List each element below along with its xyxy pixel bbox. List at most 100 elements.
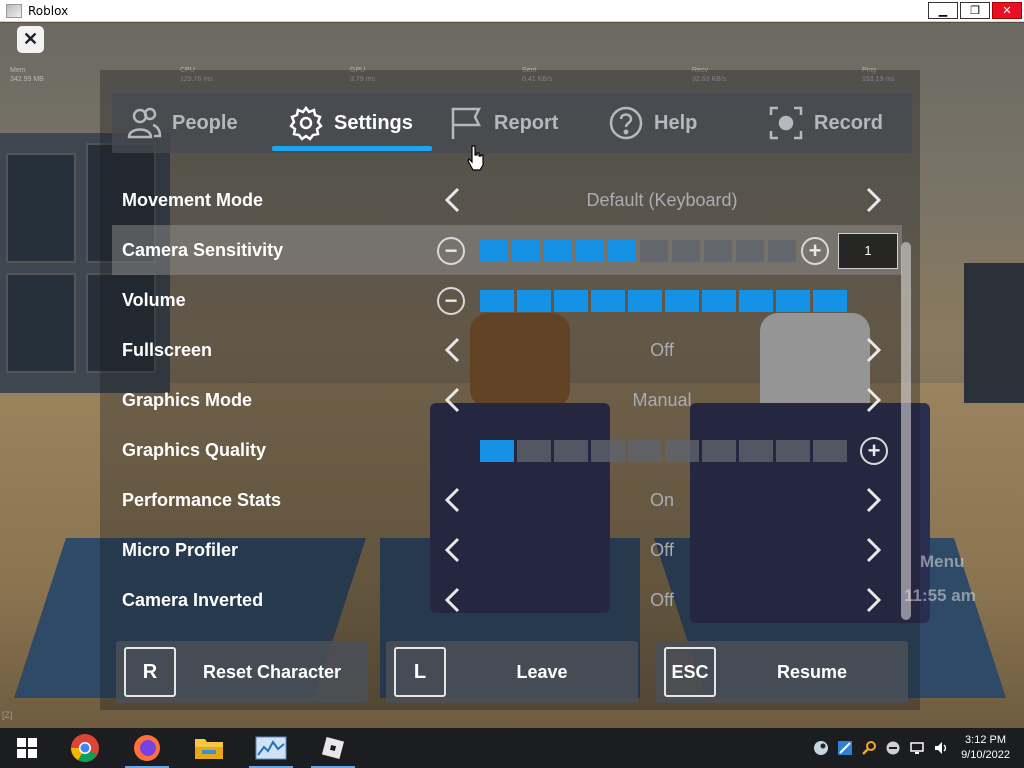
slider-segment[interactable] xyxy=(665,440,699,462)
slider-segment[interactable] xyxy=(517,290,551,312)
volume-icon[interactable] xyxy=(933,740,949,756)
chevron-left-icon[interactable] xyxy=(440,337,466,363)
chevron-right-icon[interactable] xyxy=(860,587,886,613)
settings-scrollbar[interactable] xyxy=(901,242,911,620)
background-time-text: 11:55 am xyxy=(904,586,976,605)
setting-label: Movement Mode xyxy=(122,190,264,210)
close-menu-button[interactable]: ✕ xyxy=(17,26,44,53)
tab-settings[interactable]: Settings xyxy=(288,93,413,153)
start-button[interactable] xyxy=(2,728,52,768)
chevron-right-icon[interactable] xyxy=(860,337,886,363)
slider-segment[interactable] xyxy=(640,240,668,262)
slider-segment[interactable] xyxy=(704,240,732,262)
resume-button[interactable]: ESC Resume xyxy=(656,641,908,703)
taskbar-chrome[interactable] xyxy=(60,728,110,768)
steam-icon[interactable] xyxy=(813,740,829,756)
slider-segment[interactable] xyxy=(628,290,662,312)
slider-segment[interactable] xyxy=(768,240,796,262)
network-icon[interactable] xyxy=(909,740,925,756)
minimize-button[interactable]: ▁ xyxy=(928,2,958,19)
slider-segment[interactable] xyxy=(739,290,773,312)
slider-segment[interactable] xyxy=(739,440,773,462)
setting-value: Off xyxy=(650,540,674,560)
slider-segment[interactable] xyxy=(813,290,847,312)
slider-segment[interactable] xyxy=(480,240,508,262)
decrease-button[interactable]: − xyxy=(437,237,465,265)
setting-performance-stats: Performance Stats On xyxy=(112,475,902,525)
setting-graphics-quality: Graphics Quality + xyxy=(112,425,902,475)
chevron-right-icon[interactable] xyxy=(860,537,886,563)
chevron-left-icon[interactable] xyxy=(440,387,466,413)
chevron-right-icon[interactable] xyxy=(860,387,886,413)
increase-button[interactable]: + xyxy=(801,237,829,265)
chevron-left-icon[interactable] xyxy=(440,537,466,563)
slider-segment[interactable] xyxy=(591,440,625,462)
slider-segment[interactable] xyxy=(672,240,700,262)
setting-value: On xyxy=(649,490,674,510)
slider-segment[interactable] xyxy=(544,240,572,262)
chevron-left-icon[interactable] xyxy=(440,187,466,213)
roblox-app-icon xyxy=(6,3,22,18)
camera-sensitivity-slider[interactable] xyxy=(480,240,796,262)
setting-label: Performance Stats xyxy=(122,490,282,510)
search-tray-icon[interactable] xyxy=(861,740,877,756)
tab-report[interactable]: Report xyxy=(448,93,558,153)
tab-record[interactable]: Record xyxy=(768,93,883,153)
stat-mem: Mem 342.99 MB xyxy=(10,67,44,83)
graphics-quality-slider[interactable] xyxy=(480,440,847,462)
taskbar-file-explorer[interactable] xyxy=(184,728,234,768)
slider-segment[interactable] xyxy=(736,240,764,262)
taskbar-clock[interactable]: 3:12 PM 9/10/2022 xyxy=(961,733,1010,763)
increase-button[interactable]: + xyxy=(860,437,888,465)
leave-button[interactable]: L Leave xyxy=(386,641,638,703)
decrease-button[interactable]: − xyxy=(437,287,465,315)
window-title: Roblox xyxy=(28,3,69,18)
taskbar-firefox[interactable] xyxy=(122,728,172,768)
window-close-button[interactable]: ✕ xyxy=(992,2,1022,19)
slider-segment[interactable] xyxy=(591,290,625,312)
tab-report-label: Report xyxy=(494,111,559,134)
slider-segment[interactable] xyxy=(512,240,540,262)
setting-micro-profiler: Micro Profiler Off xyxy=(112,525,902,575)
slider-segment[interactable] xyxy=(665,290,699,312)
background-menu-text: Menu xyxy=(920,552,965,571)
setting-label: Fullscreen xyxy=(122,340,213,360)
clock-date: 9/10/2022 xyxy=(961,749,1010,761)
chevron-left-icon[interactable] xyxy=(440,587,466,613)
camera-sensitivity-input[interactable]: 1 xyxy=(838,233,898,269)
setting-label: Camera Inverted xyxy=(122,590,264,610)
slider-segment[interactable] xyxy=(608,240,636,262)
slider-segment[interactable] xyxy=(702,440,736,462)
slider-segment[interactable] xyxy=(813,440,847,462)
slider-segment[interactable] xyxy=(702,290,736,312)
slider-segment[interactable] xyxy=(554,440,588,462)
chevron-right-icon[interactable] xyxy=(860,487,886,513)
setting-label: Graphics Mode xyxy=(122,390,253,410)
slider-segment[interactable] xyxy=(776,440,810,462)
chevron-left-icon[interactable] xyxy=(440,487,466,513)
taskbar-resource-monitor[interactable] xyxy=(246,728,296,768)
app-tray-icon[interactable] xyxy=(837,740,853,756)
volume-slider[interactable] xyxy=(480,290,847,312)
reset-character-label: Reset Character xyxy=(202,662,342,682)
tab-help[interactable]: Help xyxy=(608,93,697,153)
z-key-hint: [Z] xyxy=(2,710,13,720)
maximize-button[interactable]: ❐ xyxy=(960,2,990,19)
slider-segment[interactable] xyxy=(480,290,514,312)
slider-segment[interactable] xyxy=(628,440,662,462)
slider-segment[interactable] xyxy=(480,440,514,462)
reset-key-hint: R xyxy=(124,647,176,697)
slider-segment[interactable] xyxy=(576,240,604,262)
taskbar-roblox[interactable] xyxy=(308,728,358,768)
slider-segment[interactable] xyxy=(776,290,810,312)
status-tray-icon[interactable] xyxy=(885,740,901,756)
active-tab-indicator xyxy=(272,146,432,151)
setting-label: Micro Profiler xyxy=(122,540,239,560)
file-explorer-icon xyxy=(195,739,223,759)
slider-segment[interactable] xyxy=(517,440,551,462)
slider-segment[interactable] xyxy=(554,290,588,312)
reset-character-button[interactable]: R Reset Character xyxy=(116,641,368,703)
window-titlebar: Roblox ▁ ❐ ✕ xyxy=(0,0,1024,22)
chevron-right-icon[interactable] xyxy=(860,187,886,213)
tab-people[interactable]: People xyxy=(126,93,238,153)
